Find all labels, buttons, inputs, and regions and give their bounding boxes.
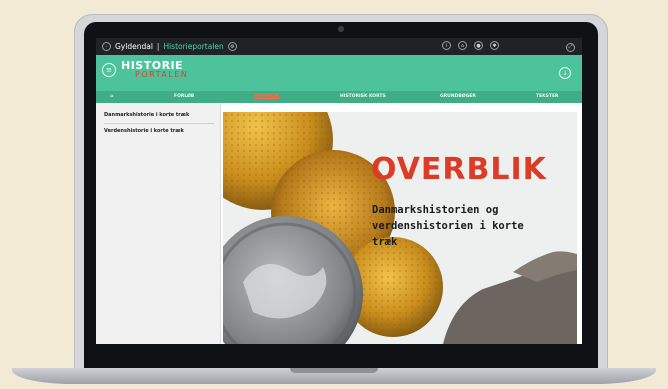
download-icon[interactable]: ↓ bbox=[559, 67, 571, 79]
home-icon[interactable]: ⌂ bbox=[458, 41, 467, 50]
info-icon[interactable]: i bbox=[442, 41, 451, 50]
nav-item-overblik[interactable]: OVERBLIK bbox=[254, 94, 279, 99]
globe-icon[interactable]: ◦ bbox=[102, 42, 111, 51]
brand-name[interactable]: Gyldendal bbox=[115, 42, 153, 51]
laptop-notch bbox=[290, 368, 378, 373]
sidebar: Danmarkshistorie i korte træk Verdenshis… bbox=[96, 103, 221, 344]
browser-screen: ◦ Gyldendal | Historieportalen ⚙ i ⌂ ● ✱… bbox=[96, 38, 582, 344]
logo-line-2: PORTALEN bbox=[135, 70, 189, 79]
page-title: OVERBLIK bbox=[371, 152, 547, 187]
nav-item-historisk-korts[interactable]: HISTORISK KORTS bbox=[340, 94, 386, 99]
page-subtitle: Danmarkshistorien og verdenshistorien i … bbox=[372, 204, 524, 248]
logo[interactable]: ≡ HISTORIE PORTALEN bbox=[102, 59, 189, 79]
sidebar-item-danmarkshistorie[interactable]: Danmarkshistorie i korte træk bbox=[104, 112, 189, 118]
expand-icon[interactable]: ⤢ bbox=[566, 42, 575, 52]
nav-home-icon[interactable]: ⌂ bbox=[110, 94, 113, 99]
camera bbox=[338, 26, 344, 32]
settings-icon[interactable]: ✱ bbox=[490, 41, 499, 50]
nav-item-grundboger[interactable]: GRUNDBØGER bbox=[440, 94, 476, 99]
nav-item-tekster[interactable]: TEKSTER bbox=[536, 94, 558, 99]
user-icon[interactable]: ● bbox=[474, 41, 483, 50]
settings-gear-icon[interactable]: ⚙ bbox=[227, 42, 237, 51]
hero-banner: OVERBLIK Danmarkshistorien og verdenshis… bbox=[223, 112, 577, 344]
sidebar-divider bbox=[104, 123, 214, 124]
main-nav: ⌂ FORLØB OVERBLIK HISTORISK KORTS GRUNDB… bbox=[96, 91, 582, 103]
site-header: ≡ HISTORIE PORTALEN ↓ bbox=[96, 55, 582, 91]
topbar-separator: | bbox=[156, 42, 160, 51]
top-bar: ◦ Gyldendal | Historieportalen ⚙ i ⌂ ● ✱… bbox=[96, 38, 582, 55]
logo-line-1: HISTORIE bbox=[121, 59, 184, 72]
portal-name[interactable]: Historieportalen bbox=[163, 42, 223, 51]
logo-menu-icon[interactable]: ≡ bbox=[102, 63, 116, 77]
nav-item-forlob[interactable]: FORLØB bbox=[174, 94, 194, 99]
sidebar-item-verdenshistorie[interactable]: Verdenshistorie i korte træk bbox=[104, 128, 184, 134]
